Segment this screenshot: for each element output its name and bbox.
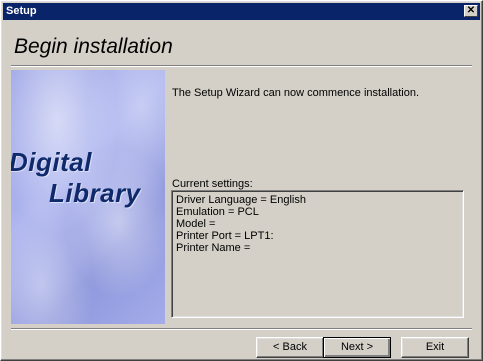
window-title: Setup — [6, 5, 37, 17]
settings-line: Printer Name = — [176, 242, 251, 254]
settings-line: Emulation = PCL — [176, 206, 259, 218]
footer-divider — [11, 328, 472, 330]
settings-line: Model = — [176, 218, 216, 230]
settings-label: Current settings: — [172, 178, 253, 190]
settings-line: Driver Language = English — [176, 194, 306, 206]
back-button[interactable]: < Back — [256, 337, 324, 358]
setup-dialog: Setup ✕ Begin installation Digital Libra… — [0, 0, 483, 361]
close-icon[interactable]: ✕ — [464, 5, 478, 17]
banner-text-line-2: Library — [49, 178, 141, 208]
exit-button[interactable]: Exit — [401, 337, 469, 358]
header-divider — [11, 65, 472, 67]
banner-text-line-1: Digital — [11, 147, 92, 177]
page-title: Begin installation — [14, 35, 173, 58]
settings-line: Printer Port = LPT1: — [176, 230, 274, 242]
banner-image: Digital Library — [11, 70, 165, 324]
next-button[interactable]: Next > — [323, 337, 391, 358]
settings-list: Driver Language = English Emulation = PC… — [171, 190, 464, 318]
title-bar[interactable]: Setup ✕ — [3, 3, 480, 20]
intro-text: The Setup Wizard can now commence instal… — [172, 87, 420, 99]
